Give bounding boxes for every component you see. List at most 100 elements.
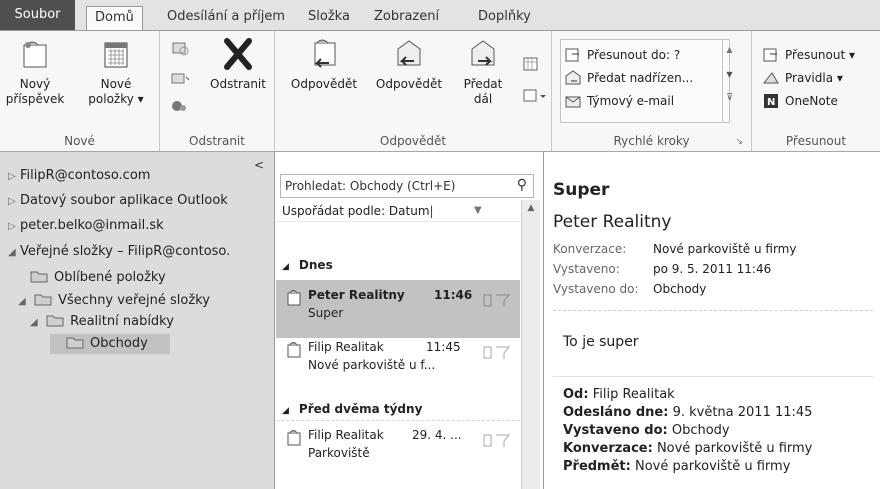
expand-icon[interactable]: ▷: [8, 192, 20, 212]
quote-key: Konverzace:: [563, 441, 653, 456]
list-item[interactable]: Filip Realitak 29. 4. ... Parkoviště: [276, 420, 520, 478]
message-subject: Super: [308, 306, 344, 320]
search-input[interactable]: Prohledat: Obchody (Ctrl+E) ⚲: [280, 174, 534, 198]
flag-icon[interactable]: [482, 344, 512, 362]
message-list: Prohledat: Obchody (Ctrl+E) ⚲ Uspořádat …: [276, 152, 544, 489]
collapse-icon[interactable]: ◢: [30, 313, 42, 333]
scroll-up-icon[interactable]: ▲: [723, 45, 736, 54]
new-post-button[interactable]: Nový příspěvek: [4, 37, 66, 107]
group-header-label: Před dvěma týdny: [298, 402, 423, 416]
collapse-icon[interactable]: ◢: [282, 406, 289, 416]
quote-key: Předmět:: [563, 459, 631, 474]
nav-item-label: Datový soubor aplikace Outlook: [20, 193, 228, 208]
chevron-down-icon[interactable]: ▼: [474, 200, 482, 222]
move-label: Přesunout ▾: [785, 48, 856, 62]
reply-all-button[interactable]: Odpovědět: [369, 37, 449, 92]
meta-posted-to: Vystaveno do: Obchody: [553, 282, 706, 296]
tab-file[interactable]: Soubor: [0, 0, 75, 30]
group-header-today[interactable]: ◢ Dnes: [282, 258, 333, 272]
delete-label: Odstranit: [210, 77, 266, 91]
group-respond-label: Odpovědět: [379, 134, 447, 148]
move-button[interactable]: Přesunout ▾: [762, 45, 855, 65]
arrange-by-dropdown[interactable]: Uspořádat podle: Datum| ▼: [276, 200, 520, 222]
expand-icon[interactable]: ▷: [8, 167, 20, 187]
collapse-pane-icon[interactable]: <: [254, 158, 264, 172]
nav-item-public-folders[interactable]: ◢ Veřejné složky – FilipR@contoso.: [8, 242, 230, 262]
tab-view[interactable]: Zobrazení: [366, 6, 447, 30]
delete-button[interactable]: Odstranit: [204, 37, 272, 92]
reply-label: Odpovědět: [290, 77, 358, 91]
tab-home[interactable]: Domů: [86, 6, 143, 31]
tab-folder[interactable]: Složka: [300, 6, 358, 30]
meeting-icon[interactable]: [521, 55, 541, 73]
list-item[interactable]: Peter Realitny 11:46 Super: [276, 280, 520, 338]
reply-button[interactable]: Odpovědět: [287, 37, 361, 92]
onenote-label: OneNote: [785, 94, 838, 108]
group-header-label: Dnes: [298, 258, 333, 272]
nav-item-label: Realitní nabídky: [70, 314, 174, 329]
tab-addins[interactable]: Doplňky: [470, 6, 539, 30]
forward-label-1: Předat: [463, 77, 503, 91]
collapse-icon[interactable]: ◢: [282, 262, 289, 272]
group-new-label: Nové: [64, 134, 95, 148]
meta-value: Obchody: [653, 282, 707, 296]
collapse-icon[interactable]: ◢: [8, 243, 20, 263]
new-items-button[interactable]: Nové položky ▾: [78, 37, 154, 107]
group-header-two-weeks[interactable]: ◢ Před dvěma týdny: [282, 402, 422, 416]
list-item[interactable]: Filip Realitak 11:45 Nové parkoviště u f…: [276, 332, 520, 390]
reply-icon: [314, 39, 336, 68]
search-icon[interactable]: ⚲: [517, 174, 527, 196]
message-subject-heading: Super: [553, 180, 610, 200]
forward-button[interactable]: Předat dál: [455, 37, 511, 107]
cleanup-icon[interactable]: [170, 69, 192, 87]
nav-item-peter[interactable]: ▷ peter.belko@inmail.sk: [8, 216, 164, 236]
collapse-icon[interactable]: ◢: [18, 292, 30, 312]
more-respond-icon[interactable]: [521, 87, 547, 105]
public-folder-icon: [34, 294, 52, 306]
ribbon: Nový příspěvek Nové položky ▾ Nové Odstr…: [0, 30, 880, 152]
nav-item-all-public[interactable]: ◢ Všechny veřejné složky: [18, 291, 210, 311]
quote-value: Nové parkoviště u firmy: [656, 441, 813, 456]
move-to-icon: [565, 48, 579, 62]
quote-key: Odesláno dne:: [563, 405, 669, 420]
quick-step-move-to[interactable]: Přesunout do: ?: [564, 45, 680, 65]
nav-item-label: Obchody: [90, 336, 148, 351]
scroll-up-icon[interactable]: ▲: [522, 203, 540, 213]
flag-icon[interactable]: [482, 432, 512, 450]
expand-icon[interactable]: ▷: [8, 217, 20, 237]
dialog-launcher-icon[interactable]: ↘: [735, 137, 743, 147]
meta-key: Vystaveno:: [553, 262, 620, 276]
quick-step-move-to-label: Přesunout do: ?: [587, 48, 681, 62]
post-icon: [287, 342, 301, 358]
message-subject: Parkoviště: [308, 446, 370, 460]
message-from: Peter Realitny: [308, 288, 405, 302]
gallery-more-icon[interactable]: ⊽: [723, 93, 736, 103]
onenote-button[interactable]: N OneNote: [762, 91, 838, 111]
team-email-icon: [565, 96, 581, 108]
nav-item-obchody[interactable]: Obchody: [50, 334, 170, 354]
junk-icon[interactable]: [170, 97, 192, 115]
list-scrollbar[interactable]: ▲: [521, 200, 540, 489]
nav-item-favorites[interactable]: Oblíbené položky: [30, 268, 166, 288]
group-quick-steps-label: Rychlé kroky: [613, 134, 690, 148]
nav-item-outlook-data[interactable]: ▷ Datový soubor aplikace Outlook: [8, 191, 228, 211]
message-sender[interactable]: Peter Realitny: [553, 212, 672, 232]
nav-item-label: Veřejné složky – FilipR@contoso.: [20, 244, 231, 259]
quick-step-to-manager[interactable]: Předat nadřízen...: [564, 68, 693, 88]
tab-send-receive[interactable]: Odesílání a příjem: [159, 6, 293, 30]
nav-item-filipr[interactable]: ▷ FilipR@contoso.com: [8, 166, 150, 186]
forward-label-2: dál: [473, 92, 493, 106]
ignore-icon[interactable]: [170, 39, 190, 57]
message-from: Filip Realitak: [308, 428, 384, 442]
quote-value: Obchody: [671, 423, 730, 438]
quick-step-team-email[interactable]: Týmový e-mail: [564, 91, 674, 111]
flag-icon[interactable]: [482, 292, 512, 310]
nav-item-real-estate[interactable]: ◢ Realitní nabídky: [30, 312, 174, 332]
rules-button[interactable]: Pravidla ▾: [762, 68, 843, 88]
new-items-label-2: položky ▾: [88, 92, 144, 106]
scroll-down-icon[interactable]: ▼: [723, 70, 736, 79]
new-post-icon: [23, 41, 47, 68]
rules-label: Pravidla ▾: [785, 71, 843, 85]
group-respond: Odpovědět Odpovědět Předat dál Odpovědět: [275, 31, 552, 151]
quick-steps-scroll[interactable]: ▲ ▼ ⊽: [722, 39, 736, 123]
